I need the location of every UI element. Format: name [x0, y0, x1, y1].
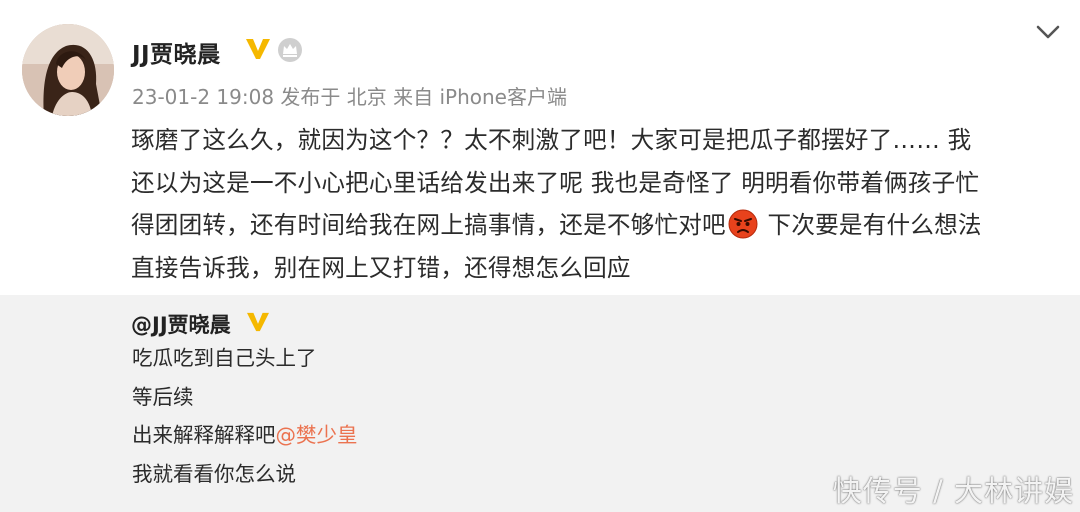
verified-v-icon — [245, 37, 271, 65]
repost-text: 吃瓜吃到自己头上了 等后续 出来解释解释吧@樊少皇 我就看看你怎么说 — [132, 339, 358, 493]
post-body-segment: 得团团转，还有时间给我在网上搞事情，还是不够忙对吧 — [131, 211, 726, 239]
angry-face-emoji-icon — [728, 209, 758, 239]
post-body-segment: 下次要是有什么想法 — [767, 211, 982, 239]
avatar[interactable] — [22, 24, 114, 116]
repost-line-text: 出来解释解释吧 — [132, 423, 276, 447]
repost-username[interactable]: @JJ贾晓晨 — [131, 309, 231, 339]
post-meta: 23-01-2 19:08 发布于 北京 来自 iPhone客户端 — [132, 85, 567, 109]
post-username[interactable]: JJ贾晓晨 — [132, 35, 221, 69]
post-body-line: 琢磨了这么久，就因为这个？？太不刺激了吧！大家可是把瓜子都摆好了…… 我 — [131, 126, 972, 154]
mention-link[interactable]: @樊少皇 — [276, 423, 358, 447]
post-body-line: 直接告诉我，别在网上又打错，还得想怎么回应 — [131, 253, 631, 282]
repost-line: 出来解释解释吧@樊少皇 — [132, 416, 358, 455]
repost-line: 我就看看你怎么说 — [132, 461, 296, 486]
repost-line: 吃瓜吃到自己头上了 — [132, 346, 317, 370]
post-body: 琢磨了这么久，就因为这个？？太不刺激了吧！大家可是把瓜子都摆好了…… 我 还以为… — [131, 119, 1066, 289]
chevron-down-icon[interactable] — [1034, 22, 1062, 46]
avatar-photo — [22, 24, 114, 116]
repost-line: 等后续 — [132, 384, 194, 409]
crown-icon — [277, 37, 303, 67]
post-body-line: 还以为这是一不小心把心里话给发出来了呢 我也是奇怪了 明明看你带着俩孩子忙 — [131, 168, 980, 197]
verified-v-icon — [246, 311, 270, 337]
weibo-post: JJ贾晓晨 23-01-2 19:08 发布于 北京 来自 iPhone客户端 … — [0, 0, 1080, 295]
watermark: 快传号 / 大林讲娱 — [832, 474, 1074, 508]
post-body-line: 得团团转，还有时间给我在网上搞事情，还是不够忙对吧 下次要是有什么想法 — [131, 204, 1066, 247]
